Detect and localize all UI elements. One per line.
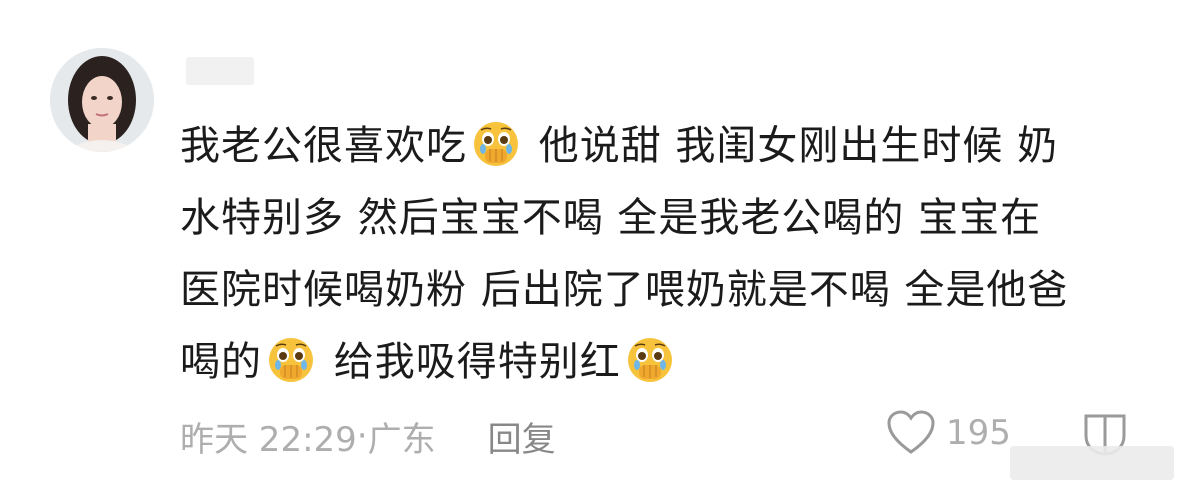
comment-text-segment: 医院时候喝奶粉 后出院了喂奶就是不喝 全是他爸 <box>180 267 1069 313</box>
user-avatar[interactable] <box>50 48 154 152</box>
heart-icon <box>887 410 935 454</box>
comment-line: 医院时候喝奶粉 后出院了喂奶就是不喝 全是他爸 <box>180 254 1140 326</box>
like-button[interactable]: 195 <box>886 410 1011 456</box>
comment-text-segment: 他说甜 我闺女刚出生时候 奶 <box>525 123 1059 169</box>
crying-face-covering-mouth-icon <box>625 335 675 385</box>
comment-text-segment: 给我吸得特别红 <box>320 339 621 385</box>
crying-face-covering-mouth-icon <box>471 119 521 169</box>
avatar-portrait-icon <box>50 48 154 152</box>
comment-meta: 昨天 22:29 · 广东 回复 <box>180 408 556 464</box>
like-count: 195 <box>946 413 1011 453</box>
username-redacted <box>186 57 254 85</box>
watermark <box>1010 446 1174 480</box>
meta-separator: · <box>356 416 368 456</box>
reply-button[interactable]: 回复 <box>488 412 556 461</box>
comment-text-segment: 喝的 <box>180 339 262 385</box>
comment-text: 我老公很喜欢吃 他说甜 我闺女刚出生时候 奶水特别多 然后宝宝不喝 全是我老公喝… <box>180 110 1140 398</box>
comment-line: 我老公很喜欢吃 他说甜 我闺女刚出生时候 奶 <box>180 110 1140 182</box>
comment-time: 昨天 22:29 <box>180 419 357 460</box>
comment-text-segment: 我老公很喜欢吃 <box>180 123 467 169</box>
crying-face-covering-mouth-icon <box>266 335 316 385</box>
comment-text-segment: 水特别多 然后宝宝不喝 全是我老公喝的 宝宝在 <box>180 195 1042 241</box>
comment-location: 广东 <box>367 419 436 460</box>
comment-line: 水特别多 然后宝宝不喝 全是我老公喝的 宝宝在 <box>180 182 1140 254</box>
comment-line: 喝的 给我吸得特别红 <box>180 326 1140 398</box>
